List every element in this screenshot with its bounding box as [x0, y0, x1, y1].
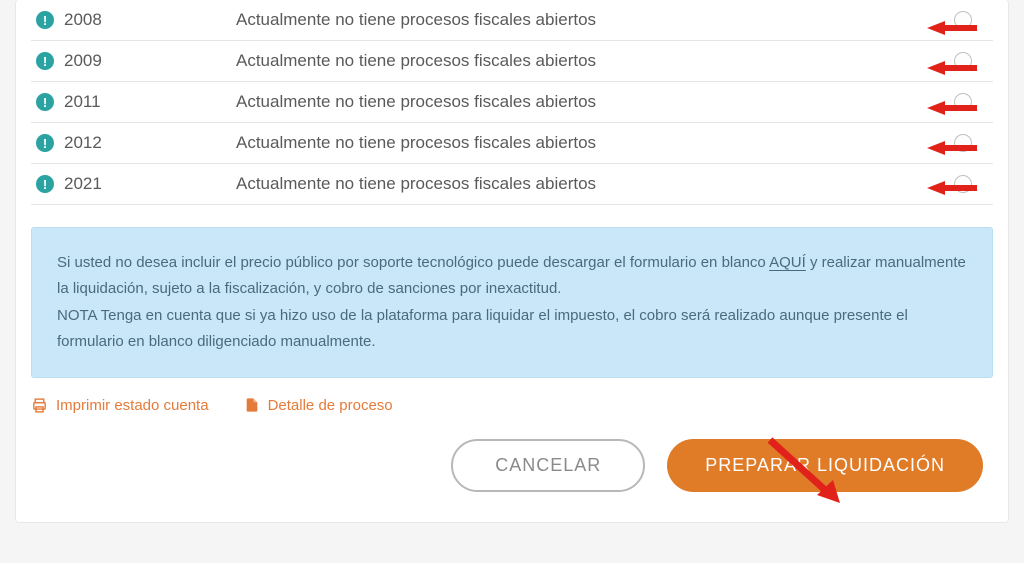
detail-link-label: Detalle de proceso — [268, 397, 393, 414]
year-label: 2008 — [64, 10, 102, 30]
prepare-button[interactable]: PREPARAR LIQUIDACIÓN — [667, 439, 983, 492]
year-label: 2021 — [64, 174, 102, 194]
info-icon: ! — [36, 93, 54, 111]
print-link[interactable]: Imprimir estado cuenta — [31, 396, 209, 414]
select-radio[interactable] — [954, 93, 972, 111]
notice-box: Si usted no desea incluir el precio públ… — [31, 227, 993, 378]
links-row: Imprimir estado cuenta Detalle de proces… — [31, 396, 993, 414]
info-icon: ! — [36, 175, 54, 193]
year-label: 2009 — [64, 51, 102, 71]
info-icon: ! — [36, 52, 54, 70]
printer-icon — [31, 397, 48, 414]
cancel-button[interactable]: CANCELAR — [451, 439, 645, 492]
select-radio[interactable] — [954, 52, 972, 70]
status-text: Actualmente no tiene procesos fiscales a… — [236, 10, 938, 30]
year-label: 2011 — [64, 92, 101, 112]
info-icon: ! — [36, 11, 54, 29]
status-text: Actualmente no tiene procesos fiscales a… — [236, 51, 938, 71]
print-link-label: Imprimir estado cuenta — [56, 397, 209, 414]
table-row: ! 2021 Actualmente no tiene procesos fis… — [31, 164, 993, 205]
table-row: ! 2008 Actualmente no tiene procesos fis… — [31, 0, 993, 41]
select-radio[interactable] — [954, 134, 972, 152]
document-icon — [244, 396, 260, 414]
table-row: ! 2009 Actualmente no tiene procesos fis… — [31, 41, 993, 82]
table-row: ! 2012 Actualmente no tiene procesos fis… — [31, 123, 993, 164]
year-label: 2012 — [64, 133, 102, 153]
status-text: Actualmente no tiene procesos fiscales a… — [236, 92, 938, 112]
info-icon: ! — [36, 134, 54, 152]
detail-link[interactable]: Detalle de proceso — [244, 396, 393, 414]
main-panel: ! 2008 Actualmente no tiene procesos fis… — [15, 0, 1009, 523]
notice-nota-label: NOTA — [57, 307, 97, 324]
notice-nota-text: Tenga en cuenta que si ya hizo uso de la… — [57, 307, 908, 350]
status-text: Actualmente no tiene procesos fiscales a… — [236, 133, 938, 153]
table-row: ! 2011 Actualmente no tiene procesos fis… — [31, 82, 993, 123]
notice-text-1: Si usted no desea incluir el precio públ… — [57, 254, 769, 271]
select-radio[interactable] — [954, 11, 972, 29]
buttons-row: CANCELAR PREPARAR LIQUIDACIÓN — [31, 439, 993, 492]
notice-link[interactable]: AQUÍ — [769, 254, 806, 271]
status-text: Actualmente no tiene procesos fiscales a… — [236, 174, 938, 194]
select-radio[interactable] — [954, 175, 972, 193]
